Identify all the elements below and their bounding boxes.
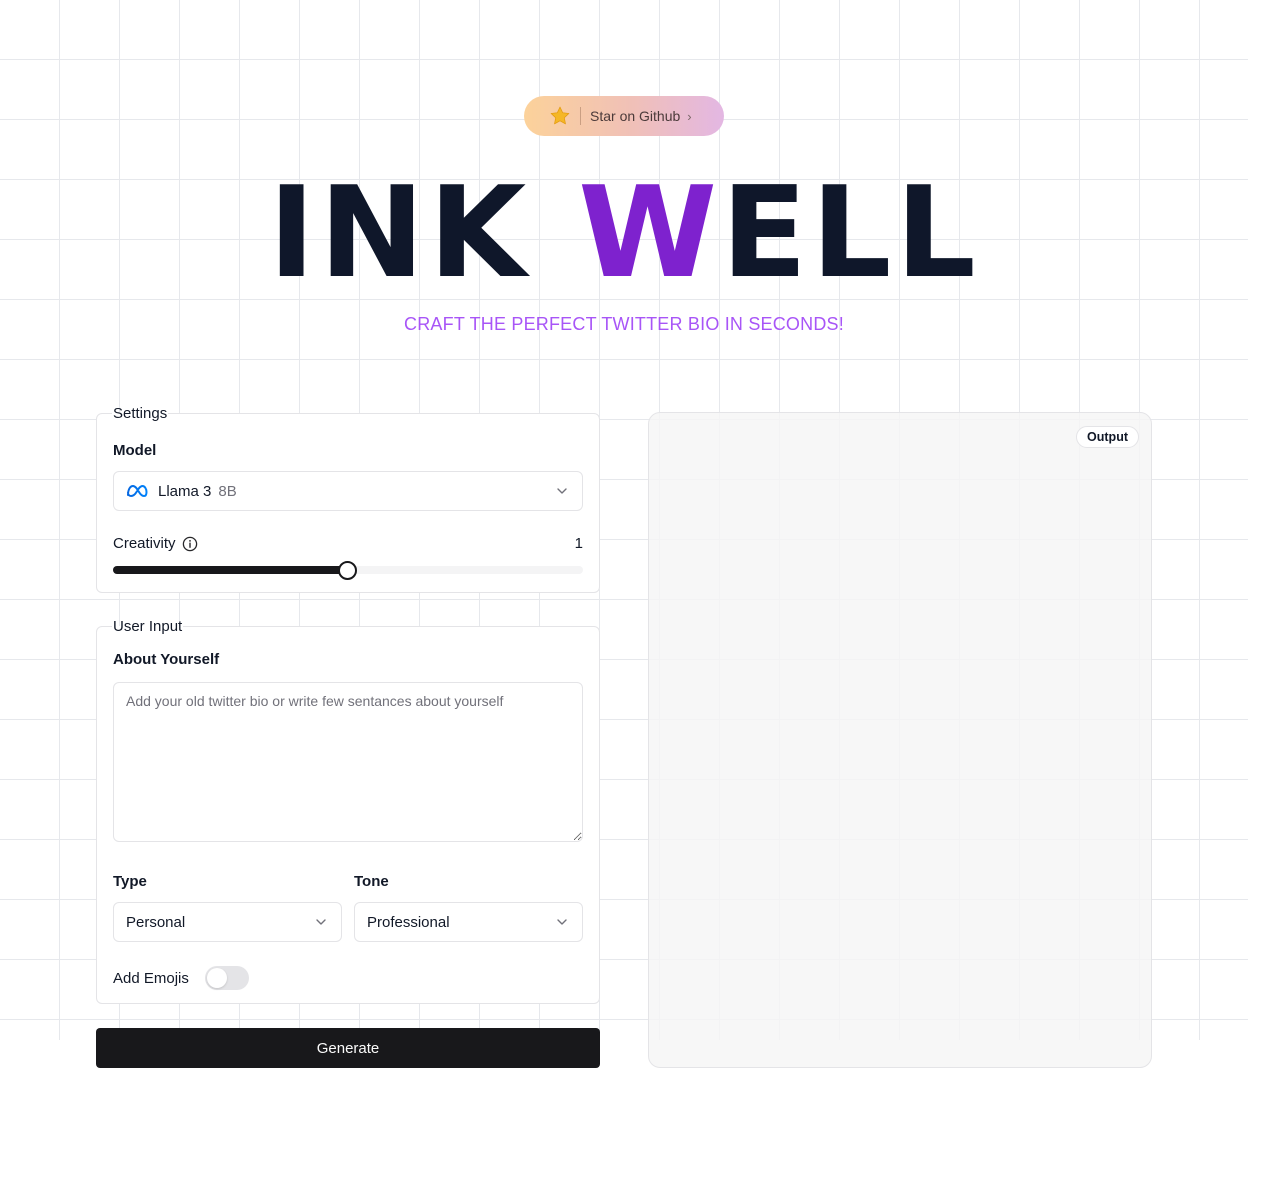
tone-select[interactable]: Professional	[354, 902, 583, 942]
creativity-slider[interactable]	[113, 560, 583, 580]
meta-logo-icon	[127, 484, 148, 498]
title-suffix: ELL	[721, 159, 980, 306]
generate-button[interactable]: Generate	[96, 1028, 600, 1068]
emoji-toggle[interactable]	[204, 966, 249, 990]
tone-field: Tone Professional	[354, 873, 583, 942]
creativity-row: Creativity 1	[113, 535, 583, 552]
model-select[interactable]: Llama 3 8B	[113, 471, 583, 511]
divider	[580, 107, 581, 125]
tagline: CRAFT THE PERFECT TWITTER BIO IN SECONDS…	[404, 314, 844, 334]
model-size: 8B	[218, 482, 237, 500]
app-title: INK WELL	[0, 168, 1248, 298]
emoji-row: Add Emojis	[113, 966, 583, 990]
user-input-legend: User Input	[113, 618, 183, 635]
tone-value: Professional	[367, 913, 450, 931]
emoji-label: Add Emojis	[113, 969, 189, 987]
creativity-value: 1	[574, 535, 583, 552]
github-star-button[interactable]: Star on Github ›	[524, 96, 724, 136]
github-star-label: Star on Github	[590, 108, 681, 124]
page: Star on Github › INK WELL CRAFT THE PERF…	[0, 0, 1280, 1200]
star-icon	[548, 104, 572, 128]
output-badge: Output	[1076, 426, 1139, 448]
settings-panel: Settings Model Llama 3 8B Creativity 1	[96, 405, 600, 593]
settings-legend: Settings	[113, 405, 168, 422]
chevron-right-icon: ›	[687, 108, 692, 124]
creativity-label: Creativity	[113, 535, 176, 552]
slider-thumb[interactable]	[338, 561, 357, 580]
output-panel: Output	[648, 412, 1152, 1068]
info-icon[interactable]	[182, 536, 198, 552]
type-label: Type	[113, 873, 147, 890]
chevron-down-icon	[557, 488, 567, 494]
about-label: About Yourself	[113, 651, 220, 668]
slider-fill	[113, 566, 348, 574]
creativity-label-group: Creativity	[113, 535, 198, 552]
model-name: Llama 3	[158, 482, 212, 500]
model-label: Model	[113, 442, 157, 459]
chevron-down-icon	[316, 919, 326, 925]
title-accent: W	[578, 159, 722, 306]
chevron-down-icon	[557, 919, 567, 925]
type-field: Type Personal	[113, 873, 342, 942]
type-value: Personal	[126, 913, 186, 931]
type-tone-row: Type Personal Tone Professional	[113, 873, 583, 942]
tone-label: Tone	[354, 873, 389, 890]
toggle-knob	[206, 968, 227, 988]
user-input-panel: User Input About Yourself Type Personal …	[96, 618, 600, 1004]
type-select[interactable]: Personal	[113, 902, 342, 942]
title-prefix: INK	[268, 159, 579, 306]
about-textarea[interactable]	[113, 682, 583, 842]
